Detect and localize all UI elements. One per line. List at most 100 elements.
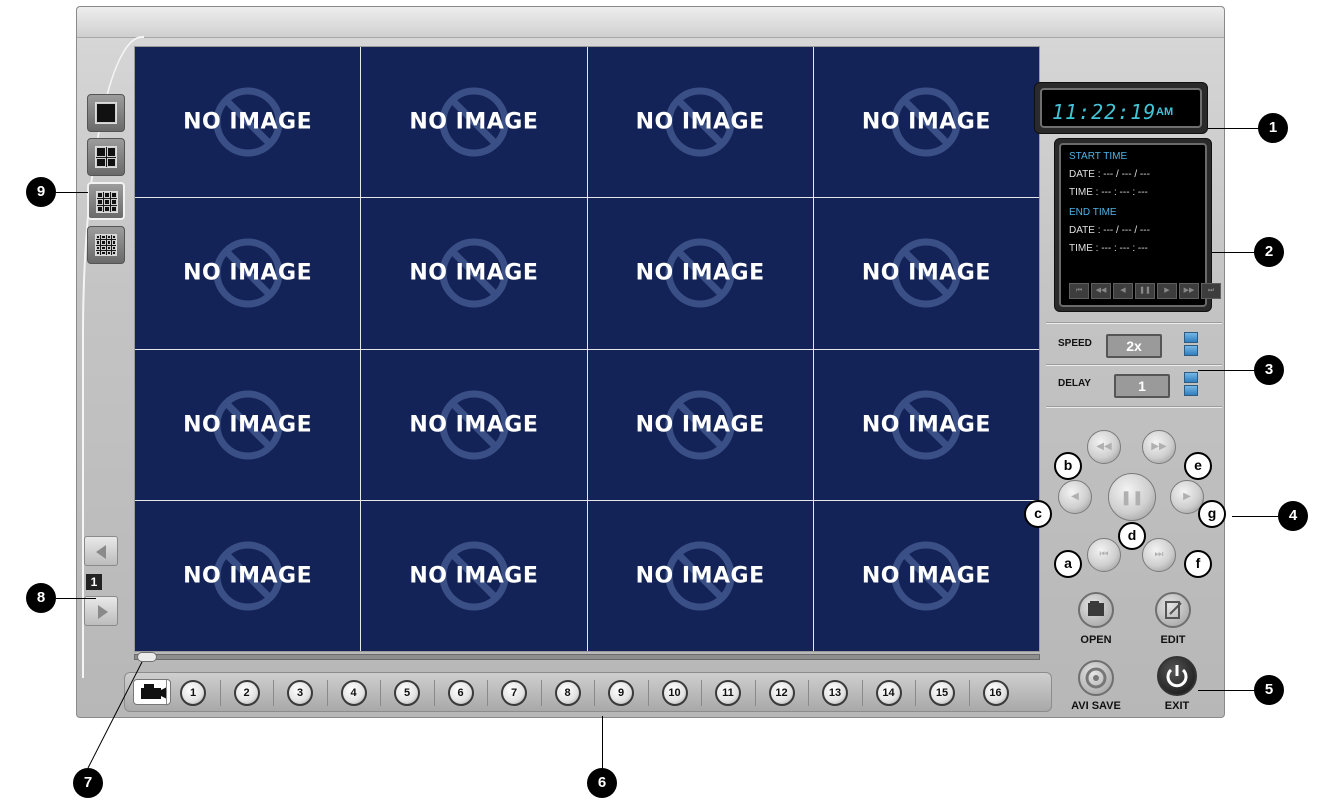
- triangle-right-icon: [98, 605, 108, 619]
- video-cell[interactable]: NO IMAGE: [135, 198, 361, 349]
- clock-time: 11:22:19: [1052, 100, 1157, 124]
- start-date: DATE : --- / --- / ---: [1069, 169, 1150, 180]
- callout-letter-c: c: [1024, 500, 1052, 528]
- leader-line: [56, 192, 88, 193]
- callout-letter-f: f: [1184, 550, 1212, 578]
- video-cell[interactable]: NO IMAGE: [587, 349, 813, 500]
- clock-display: 11:22:19 AM: [1034, 82, 1208, 134]
- video-cell[interactable]: NO IMAGE: [135, 47, 361, 198]
- callout-6: 6: [587, 768, 617, 798]
- mini-playback-controls: ⏮ ◀◀ ◀ ❚❚ ▶ ▶▶ ⏭: [1069, 283, 1221, 299]
- avi-save-label: AVI SAVE: [1071, 700, 1121, 712]
- last-frame-button[interactable]: ⏭: [1142, 538, 1176, 572]
- mini-last-button[interactable]: ⏭: [1201, 283, 1221, 299]
- no-image-text: NO IMAGE: [861, 563, 991, 589]
- layout-4x4-icon: [95, 234, 117, 256]
- channel-button-15[interactable]: 15: [929, 680, 955, 706]
- video-cell[interactable]: NO IMAGE: [361, 198, 587, 349]
- channel-button-13[interactable]: 13: [822, 680, 848, 706]
- no-image-text: NO IMAGE: [409, 260, 539, 286]
- video-cell[interactable]: NO IMAGE: [813, 500, 1039, 651]
- delay-down-button[interactable]: [1184, 385, 1198, 396]
- layout-3x3-icon: [96, 191, 118, 213]
- search-time-panel: START TIME DATE : --- / --- / --- TIME :…: [1054, 138, 1221, 312]
- video-cell[interactable]: NO IMAGE: [813, 198, 1039, 349]
- layout-3x3-button[interactable]: [87, 182, 125, 220]
- exit-button[interactable]: [1157, 656, 1197, 696]
- divider: [1046, 406, 1222, 408]
- video-cell[interactable]: NO IMAGE: [361, 47, 587, 198]
- edit-label: EDIT: [1160, 634, 1186, 646]
- pause-button[interactable]: ❚❚: [1108, 473, 1156, 521]
- video-cell[interactable]: NO IMAGE: [361, 349, 587, 500]
- channel-divider: [380, 680, 381, 706]
- leader-line: [1198, 370, 1254, 371]
- mini-forward-button[interactable]: ▶▶: [1179, 283, 1199, 299]
- first-frame-button[interactable]: ⏮: [1087, 538, 1121, 572]
- mini-back-button[interactable]: ◀: [1113, 283, 1133, 299]
- channel-button-4[interactable]: 4: [340, 680, 367, 706]
- channel-button-3[interactable]: 3: [287, 680, 313, 706]
- channel-button-7[interactable]: 7: [501, 680, 527, 706]
- video-cell[interactable]: NO IMAGE: [361, 500, 587, 651]
- mini-first-button[interactable]: ⏮: [1069, 283, 1089, 299]
- channel-button-14[interactable]: 14: [875, 680, 902, 706]
- channel-button-5[interactable]: 5: [394, 680, 420, 706]
- channel-divider: [487, 680, 488, 706]
- callout-1: 1: [1258, 113, 1288, 143]
- video-cell[interactable]: NO IMAGE: [813, 349, 1039, 500]
- layout-4x4-button[interactable]: [87, 226, 125, 264]
- mini-play-button[interactable]: ▶: [1157, 283, 1177, 299]
- channel-divider: [594, 680, 595, 706]
- channel-divider: [219, 680, 221, 706]
- delay-up-button[interactable]: [1184, 372, 1198, 383]
- no-image-text: NO IMAGE: [409, 412, 539, 438]
- page-next-button[interactable]: [84, 596, 118, 626]
- channel-button-10[interactable]: 10: [661, 680, 688, 706]
- mini-rewind-button[interactable]: ◀◀: [1091, 283, 1111, 299]
- leader-line: [1212, 252, 1254, 253]
- channel-button-11[interactable]: 11: [715, 680, 741, 706]
- video-cell[interactable]: NO IMAGE: [587, 47, 813, 198]
- channel-divider: [166, 680, 167, 706]
- callout-8: 8: [26, 583, 56, 613]
- channel-button-1[interactable]: 1: [180, 680, 206, 706]
- edit-button[interactable]: [1155, 592, 1191, 628]
- channel-button-9[interactable]: 9: [608, 680, 634, 706]
- open-button[interactable]: [1078, 592, 1114, 628]
- playback-slider-track[interactable]: [134, 654, 1040, 660]
- no-image-text: NO IMAGE: [861, 412, 991, 438]
- avi-save-button[interactable]: [1078, 660, 1114, 696]
- video-cell[interactable]: NO IMAGE: [135, 349, 361, 500]
- speed-down-button[interactable]: [1184, 345, 1198, 356]
- page-prev-button[interactable]: [84, 536, 118, 566]
- video-cell[interactable]: NO IMAGE: [587, 500, 813, 651]
- channel-button-6[interactable]: 6: [447, 680, 474, 706]
- mini-pause-button[interactable]: ❚❚: [1135, 283, 1155, 299]
- end-time-heading: END TIME: [1069, 207, 1117, 218]
- triangle-left-icon: [96, 545, 106, 559]
- channel-button-2[interactable]: 2: [233, 680, 260, 706]
- delay-label: DELAY: [1058, 378, 1091, 389]
- video-cell[interactable]: NO IMAGE: [813, 47, 1039, 198]
- channel-button-16[interactable]: 16: [982, 680, 1009, 706]
- step-back-button[interactable]: ◀: [1058, 480, 1092, 514]
- layout-1x1-button[interactable]: [87, 94, 125, 132]
- no-image-text: NO IMAGE: [409, 563, 539, 589]
- channel-divider: [540, 680, 542, 706]
- channel-button-12[interactable]: 12: [768, 680, 795, 706]
- edit-icon: [1165, 601, 1182, 619]
- layout-2x2-button[interactable]: [87, 138, 125, 176]
- no-image-text: NO IMAGE: [183, 563, 313, 589]
- callout-7: 7: [73, 768, 103, 798]
- video-cell[interactable]: NO IMAGE: [135, 500, 361, 651]
- channel-button-8[interactable]: 8: [554, 680, 581, 706]
- power-icon: [1166, 665, 1188, 688]
- speed-up-button[interactable]: [1184, 332, 1198, 343]
- channel-divider: [326, 680, 328, 706]
- video-cell[interactable]: NO IMAGE: [587, 198, 813, 349]
- callout-3: 3: [1254, 355, 1284, 385]
- rewind-button[interactable]: ◀◀: [1087, 430, 1121, 464]
- fast-forward-button[interactable]: ▶▶: [1142, 430, 1176, 464]
- delay-value: 1: [1114, 374, 1170, 398]
